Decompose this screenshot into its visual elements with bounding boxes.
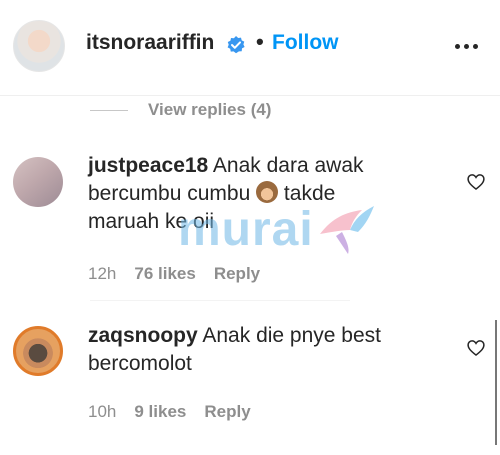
comment-likes[interactable]: 9 likes [134, 402, 186, 422]
scrollbar[interactable] [495, 320, 497, 445]
like-heart-icon[interactable] [466, 172, 486, 192]
comment-meta: 10h 9 likes Reply [88, 402, 251, 422]
view-replies-label: View replies (4) [148, 100, 272, 119]
like-heart-icon[interactable] [466, 338, 486, 358]
view-replies-button[interactable]: View replies (4) [90, 100, 271, 120]
bird-logo-icon [320, 206, 374, 254]
commenter-avatar[interactable] [13, 157, 63, 207]
follow-button[interactable]: Follow [272, 31, 339, 55]
verified-badge-icon [227, 36, 245, 54]
commenter-username[interactable]: zaqsnoopy [88, 324, 198, 347]
profile-username[interactable]: itsnoraariffin [86, 31, 214, 55]
commenter-avatar[interactable] [13, 326, 63, 376]
post-header: itsnoraariffin • Follow [0, 0, 500, 96]
comment-meta: 12h 76 likes Reply [88, 264, 260, 284]
commenter-username[interactable]: justpeace18 [88, 154, 208, 177]
comment-time: 10h [88, 402, 117, 421]
see-no-evil-monkey-icon [256, 181, 279, 203]
reply-button[interactable]: Reply [214, 264, 260, 284]
more-options-icon[interactable] [455, 44, 479, 50]
comment-text: zaqsnoopy Anak die pnye best bercomolot [88, 322, 408, 378]
faint-divider [90, 300, 350, 301]
comment-likes[interactable]: 76 likes [134, 264, 195, 284]
replies-line [90, 109, 128, 111]
comment-time: 12h [88, 264, 117, 283]
reply-button[interactable]: Reply [204, 402, 250, 422]
header-separator: • [256, 29, 264, 54]
profile-avatar[interactable] [13, 20, 65, 72]
